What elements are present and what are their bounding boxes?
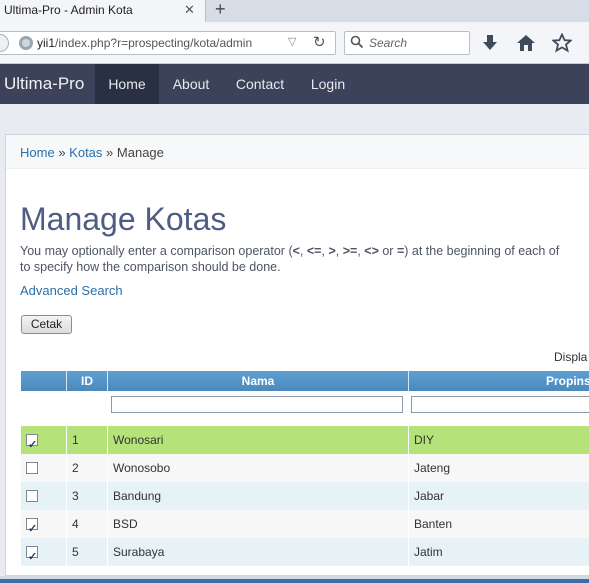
cell-nama: Surabaya [107, 538, 408, 566]
table-row[interactable]: 2 Wonosobo Jateng [21, 454, 589, 482]
filter-nama-input[interactable] [111, 396, 403, 413]
table-row[interactable]: 5SurabayaJatim [21, 538, 589, 571]
page-content: Home » Kotas » Manage Manage Kotas You m… [5, 134, 589, 576]
browser-toolbar: yii1/index.php?r=prospecting/kota/admin … [0, 22, 589, 64]
globe-icon [19, 36, 33, 50]
search-placeholder: Search [369, 36, 408, 50]
cell-nama: Bandung [107, 482, 408, 510]
tab-title: Ultima-Pro - Admin Kota [4, 3, 133, 17]
cell-propinsi: DIY [408, 426, 589, 454]
table-row[interactable]: 1WonosariDIY [21, 426, 589, 459]
cell-id: 2 [66, 454, 107, 482]
breadcrumb-separator: » [106, 145, 114, 160]
filter-propinsi-input[interactable] [411, 396, 589, 413]
cell-propinsi: Jabar [408, 482, 589, 510]
help-text: You may optionally enter a comparison op… [20, 244, 560, 274]
search-input[interactable]: Search [344, 31, 470, 55]
brand-logo[interactable]: Ultima-Pro [4, 74, 84, 94]
url-bar[interactable]: yii1/index.php?r=prospecting/kota/admin … [0, 31, 336, 55]
row-checkbox-cell [21, 482, 66, 510]
table-row[interactable]: 3 Bandung Jabar [21, 482, 589, 510]
cell-propinsi: Banten [408, 510, 589, 538]
row-checkbox[interactable] [26, 490, 38, 502]
nav-about[interactable]: About [160, 64, 222, 104]
row-checkbox-cell [21, 538, 66, 571]
row-checkbox-cell [21, 454, 66, 482]
row-checkbox[interactable] [26, 462, 38, 474]
row-checkbox[interactable] [26, 543, 38, 571]
grid-header: ID Nama Propinsi [21, 371, 589, 391]
breadcrumb-current: Manage [116, 145, 164, 160]
cell-id: 3 [66, 482, 107, 510]
breadcrumb-home[interactable]: Home [20, 145, 55, 160]
tab-strip: Ultima-Pro - Admin Kota ✕ + [0, 0, 589, 22]
taskbar-edge [0, 579, 589, 583]
new-tab-icon[interactable]: + [215, 0, 226, 20]
header-nama[interactable]: Nama [107, 371, 408, 391]
cell-id: 1 [66, 426, 107, 454]
cell-id: 4 [66, 510, 107, 538]
browser-tab[interactable]: Ultima-Pro - Admin Kota ✕ [0, 0, 206, 22]
breadcrumb-separator: » [58, 145, 66, 160]
url-dropdown-icon[interactable]: ▽ [288, 35, 296, 48]
bookmark-star-icon[interactable] [552, 33, 572, 53]
home-icon[interactable] [516, 33, 536, 53]
cell-nama: Wonosobo [107, 454, 408, 482]
nav-contact[interactable]: Contact [224, 64, 296, 104]
browser-window: Ultima-Pro - Admin Kota ✕ + yii1/index.p… [0, 0, 589, 583]
breadcrumb-kotas[interactable]: Kotas [69, 145, 102, 160]
breadcrumb-bar: Home » Kotas » Manage [6, 135, 589, 169]
cell-nama: BSD [107, 510, 408, 538]
back-icon[interactable] [0, 34, 9, 52]
download-icon[interactable] [480, 33, 500, 53]
header-propinsi[interactable]: Propinsi [408, 371, 589, 391]
cell-propinsi: Jateng [408, 454, 589, 482]
cetak-button[interactable]: Cetak [21, 315, 72, 334]
grid-summary: Displa [554, 350, 588, 364]
breadcrumb: Home » Kotas » Manage [20, 145, 164, 160]
url-text: yii1/index.php?r=prospecting/kota/admin [37, 36, 253, 50]
page-title: Manage Kotas [20, 201, 227, 237]
search-icon [350, 35, 364, 49]
reload-icon[interactable]: ↻ [313, 33, 326, 51]
tab-close-icon[interactable]: ✕ [184, 2, 195, 18]
table-row[interactable]: 4BSDBanten [21, 510, 589, 543]
app-header: Ultima-Pro Home About Contact Login [0, 64, 589, 104]
header-checkbox-column[interactable] [21, 371, 66, 391]
advanced-search-link[interactable]: Advanced Search [20, 283, 123, 298]
row-checkbox-cell [21, 510, 66, 543]
row-checkbox[interactable] [26, 515, 38, 543]
header-id[interactable]: ID [66, 371, 107, 391]
cell-id: 5 [66, 538, 107, 566]
nav-login[interactable]: Login [298, 64, 358, 104]
row-checkbox[interactable] [26, 431, 38, 459]
row-checkbox-cell [21, 426, 66, 459]
filter-row [21, 392, 589, 419]
nav-home[interactable]: Home [95, 64, 159, 104]
cell-propinsi: Jatim [408, 538, 589, 566]
cell-nama: Wonosari [107, 426, 408, 454]
